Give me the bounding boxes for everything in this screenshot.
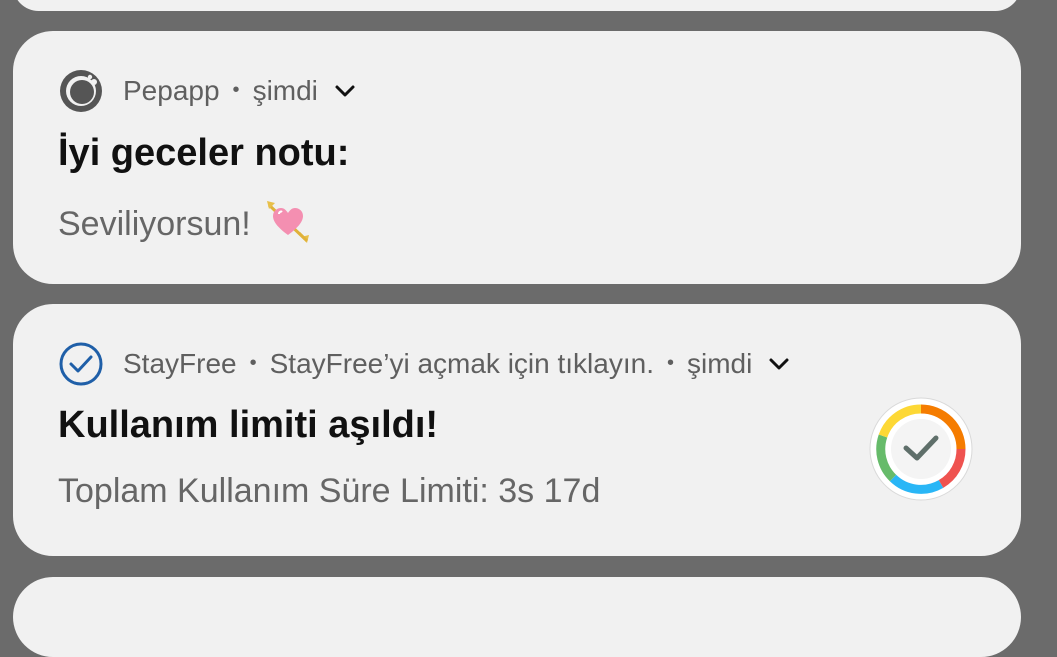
notification-card-partial-top[interactable] — [13, 0, 1021, 11]
header-separator: • — [249, 351, 257, 374]
app-name: StayFree — [123, 348, 237, 379]
header-separator: • — [232, 78, 240, 101]
chevron-down-icon[interactable] — [334, 80, 356, 102]
notification-card-partial-bottom[interactable] — [13, 577, 1021, 657]
app-name: Pepapp — [123, 75, 220, 106]
notification-title: Kullanım limiti aşıldı! — [58, 404, 439, 446]
notification-text: Seviliyorsun! — [58, 205, 251, 243]
stayfree-app-icon — [868, 396, 974, 502]
chevron-down-icon[interactable] — [768, 353, 790, 375]
notification-time: şimdi — [252, 75, 318, 106]
heart-with-arrow-emoji — [265, 199, 311, 245]
notification-header: StayFree • StayFree’yi açmak için tıklay… — [58, 342, 790, 386]
notification-text-row: Seviliyorsun! — [58, 199, 311, 245]
notification-time: şimdi — [686, 348, 753, 379]
check-circle-icon — [58, 341, 104, 387]
notification-header: Pepapp • şimdi — [58, 69, 356, 113]
notification-title: İyi geceler notu: — [58, 132, 350, 174]
notification-card-pepapp[interactable]: Pepapp • şimdi İyi geceler notu: Seviliy… — [13, 31, 1021, 284]
notification-card-stayfree[interactable]: StayFree • StayFree’yi açmak için tıklay… — [13, 304, 1021, 556]
notification-text: Toplam Kullanım Süre Limiti: 3s 17d — [58, 472, 601, 510]
notification-subtext: StayFree’yi açmak için tıklayın. — [269, 348, 654, 379]
header-separator: • — [666, 351, 674, 374]
pepapp-ring-icon — [58, 68, 104, 114]
